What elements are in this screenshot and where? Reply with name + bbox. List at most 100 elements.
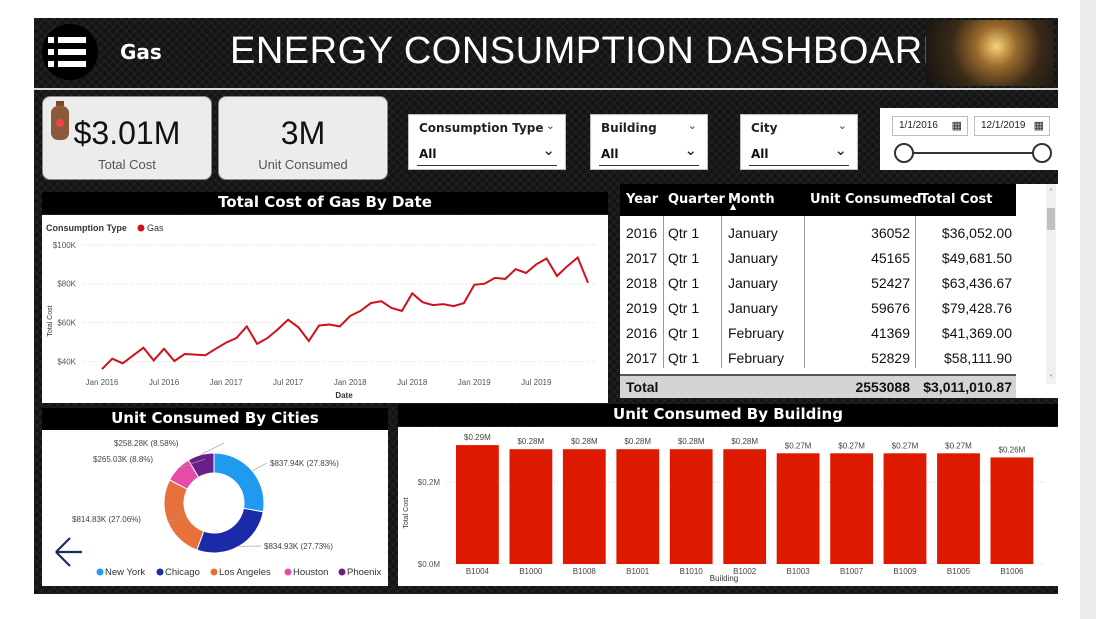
bar-b1001: [616, 449, 660, 564]
cell-unit-consumed: 41369: [871, 325, 910, 341]
chevron-down-icon[interactable]: ⌄: [834, 141, 847, 159]
legend-item: New York: [105, 567, 145, 578]
cell-month: January: [728, 300, 778, 316]
scrollbar-thumb[interactable]: [1047, 208, 1055, 230]
total-cost: $3,011,010.87: [923, 379, 1012, 395]
bar-data-label: $0.28M: [678, 437, 705, 446]
col-header-quarter[interactable]: Quarter: [668, 192, 725, 207]
calendar-icon[interactable]: ▦: [1034, 119, 1044, 132]
slicer-underline: [599, 165, 699, 166]
cell-month: February: [728, 325, 785, 341]
cell-total-cost: $49,681.50: [941, 250, 1012, 266]
leader-line: [252, 462, 268, 472]
legend-item: Chicago: [165, 567, 200, 578]
line-chart-panel: Consumption Type Gas $40K $60K $80K $100K J…: [42, 215, 608, 403]
cell-unit-consumed: 59676: [871, 300, 910, 316]
consumption-type-slicer[interactable]: Consumption Type ⌄ All ⌄: [408, 114, 566, 170]
y-tick-label: $0.2M: [418, 478, 441, 487]
legend-marker: [284, 568, 292, 576]
building-slicer[interactable]: Building ⌄ All ⌄: [590, 114, 708, 170]
table-row[interactable]: 2016 Qtr 1 January 36052 $36,052.00: [620, 222, 1016, 246]
cell-unit-consumed: 45165: [871, 250, 910, 266]
total-cost-value: $3.01M: [73, 115, 181, 151]
cell-year: 2017: [626, 250, 658, 266]
col-header-total-cost[interactable]: Total Cost: [920, 192, 992, 207]
menu-dot: [48, 61, 54, 67]
y-tick-label: $40K: [57, 357, 76, 366]
slice-data-label: $265.03K (8.8%): [93, 455, 153, 464]
table-row[interactable]: 2017 Qtr 1 January 45165 $49,681.50: [620, 247, 1016, 271]
x-tick-label: Jan 2018: [334, 378, 367, 387]
y-tick-label: $100K: [53, 241, 77, 250]
bar-chart: $0.0M $0.2M $0.29M B1004 $0.28M B1000 $0.28M B…: [403, 433, 1044, 583]
cell-total-cost: $79,428.76: [941, 300, 1012, 316]
x-tick-label: B1001: [626, 567, 650, 576]
slice-data-label: $258.28K (8.58%): [114, 439, 179, 448]
slicer-value: All: [751, 147, 769, 161]
chevron-down-icon[interactable]: ⌄: [684, 141, 697, 159]
cell-year: 2016: [626, 325, 658, 341]
back-arrow-icon[interactable]: [55, 537, 82, 567]
slice-data-label: $837.94K (27.83%): [270, 459, 339, 468]
y-tick-label: $60K: [57, 319, 76, 328]
donut-slice-los-angeles: [163, 479, 205, 551]
bar-b1007: [830, 453, 873, 564]
x-tick-label: B1010: [680, 567, 704, 576]
bar-b1010: [669, 449, 713, 564]
fuel-type-label: Gas: [120, 40, 162, 64]
end-date-input[interactable]: 12/1/2019 ▦: [974, 116, 1050, 136]
cell-quarter: Qtr 1: [668, 300, 700, 316]
total-cost-label: Total Cost: [98, 157, 156, 172]
table-row[interactable]: 2016 Qtr 1 February 41369 $41,369.00: [620, 322, 1016, 346]
date-slider-start-handle[interactable]: [894, 143, 914, 163]
hamburger-list-icon[interactable]: [42, 24, 98, 80]
date-slider-track: [904, 152, 1044, 154]
scroll-up-icon[interactable]: ˄: [1046, 188, 1056, 197]
cell-total-cost: $36,052.00: [941, 225, 1012, 241]
donut-slice-new-york: [213, 452, 265, 513]
table-row[interactable]: 2018 Qtr 1 January 52427 $63,436.67: [620, 272, 1016, 296]
dashboard-canvas: Gas ENERGY CONSUMPTION DASHBOARD $3.01M …: [34, 18, 1060, 594]
chevron-down-icon[interactable]: ⌄: [546, 119, 555, 132]
col-header-unit-consumed[interactable]: Unit Consumed: [810, 192, 921, 207]
bar-data-label: $0.28M: [571, 437, 598, 446]
legend-item: Phoenix: [347, 567, 382, 578]
bar-data-label: $0.28M: [517, 437, 544, 446]
cell-month: January: [728, 225, 778, 241]
calendar-icon[interactable]: ▦: [952, 119, 962, 132]
total-label: Total: [626, 379, 659, 395]
cell-year: 2016: [626, 225, 658, 241]
table-row[interactable]: 2019 Qtr 1 January 59676 $79,428.76: [620, 297, 1016, 321]
cell-quarter: Qtr 1: [668, 275, 700, 291]
cell-unit-consumed: 52829: [871, 350, 910, 366]
chevron-down-icon[interactable]: ⌄: [542, 141, 555, 159]
total-cost-card: $3.01M Total Cost: [42, 96, 212, 180]
city-slicer[interactable]: City ⌄ All ⌄: [740, 114, 858, 170]
slicer-title: City: [751, 121, 778, 135]
x-tick-label: Jul 2019: [521, 378, 552, 387]
chevron-down-icon[interactable]: ⌄: [838, 119, 847, 132]
scroll-down-icon[interactable]: ˅: [1046, 374, 1056, 383]
x-tick-label: B1005: [947, 567, 971, 576]
cell-month: February: [728, 350, 785, 366]
date-slider-end-handle[interactable]: [1032, 143, 1052, 163]
cell-month: January: [728, 275, 778, 291]
cell-total-cost: $41,369.00: [941, 325, 1012, 341]
slicer-title: Consumption Type: [419, 121, 544, 135]
bar-data-label: $0.26M: [999, 445, 1026, 454]
col-header-year[interactable]: Year: [626, 192, 658, 207]
start-date-input[interactable]: 1/1/2016 ▦: [892, 116, 968, 136]
slicer-underline: [749, 165, 849, 166]
cell-total-cost: $58,111.90: [944, 350, 1012, 366]
menu-bar: [58, 61, 86, 67]
table-scrollbar[interactable]: ˄ ˅: [1046, 184, 1056, 384]
table-row[interactable]: 2017 Qtr 1 February 52829 $58,111.90: [620, 347, 1016, 371]
x-tick-label: B1009: [893, 567, 917, 576]
bar-data-label: $0.27M: [945, 441, 972, 450]
bar-b1005: [937, 453, 980, 564]
unit-consumed-card: 3M Unit Consumed: [218, 96, 388, 180]
cell-total-cost: $63,436.67: [941, 275, 1012, 291]
line-chart: Consumption Type Gas $40K $60K $80K $100K J…: [46, 223, 598, 400]
y-tick-label: $0.0M: [418, 560, 441, 569]
chevron-down-icon[interactable]: ⌄: [688, 119, 697, 132]
